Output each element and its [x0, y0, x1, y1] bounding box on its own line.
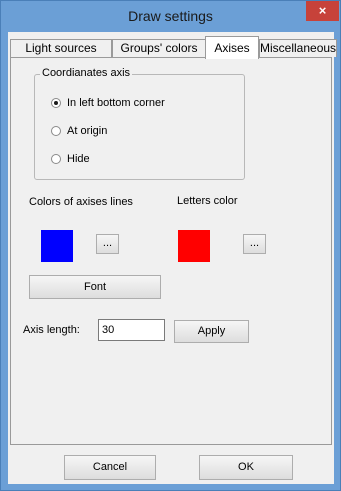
axis-lines-color-picker-button[interactable]: ...: [96, 234, 119, 254]
tab-strip: Light sources Groups' colors Axises Misc…: [10, 36, 337, 59]
radio-at-origin[interactable]: [51, 126, 61, 136]
axis-length-input[interactable]: [98, 319, 165, 341]
font-button[interactable]: Font: [29, 275, 161, 299]
close-button[interactable]: ×: [306, 1, 339, 21]
draw-settings-window: Draw settings × Light sources Groups' co…: [0, 0, 341, 491]
letters-color-picker-button[interactable]: ...: [243, 234, 266, 254]
tab-miscellaneous[interactable]: Miscellaneous: [259, 39, 337, 57]
coordinates-axis-group: Coordianates axis In left bottom corner …: [34, 67, 245, 180]
dialog-body: Light sources Groups' colors Axises Misc…: [8, 32, 337, 484]
tab-light-sources[interactable]: Light sources: [10, 39, 112, 57]
letters-color-swatch: [178, 230, 210, 262]
window-title: Draw settings: [128, 8, 213, 24]
radio-left-bottom-corner[interactable]: [51, 98, 61, 108]
title-bar[interactable]: Draw settings ×: [1, 1, 340, 31]
option-hide-label: Hide: [67, 153, 90, 165]
ok-button[interactable]: OK: [199, 455, 293, 480]
axis-lines-color-label: Colors of axises lines: [29, 196, 133, 208]
apply-button[interactable]: Apply: [174, 320, 249, 343]
radio-hide[interactable]: [51, 154, 61, 164]
coordinates-axis-title: Coordianates axis: [40, 67, 133, 79]
option-at-origin-label: At origin: [67, 125, 108, 137]
option-left-bottom-corner-label: In left bottom corner: [67, 97, 165, 109]
axis-lines-color-swatch: [41, 230, 73, 262]
tab-groups-colors[interactable]: Groups' colors: [112, 39, 206, 57]
tab-axises[interactable]: Axises: [205, 36, 259, 59]
cancel-button[interactable]: Cancel: [64, 455, 156, 480]
letters-color-label: Letters color: [177, 195, 238, 207]
axis-length-label: Axis length:: [23, 324, 80, 336]
